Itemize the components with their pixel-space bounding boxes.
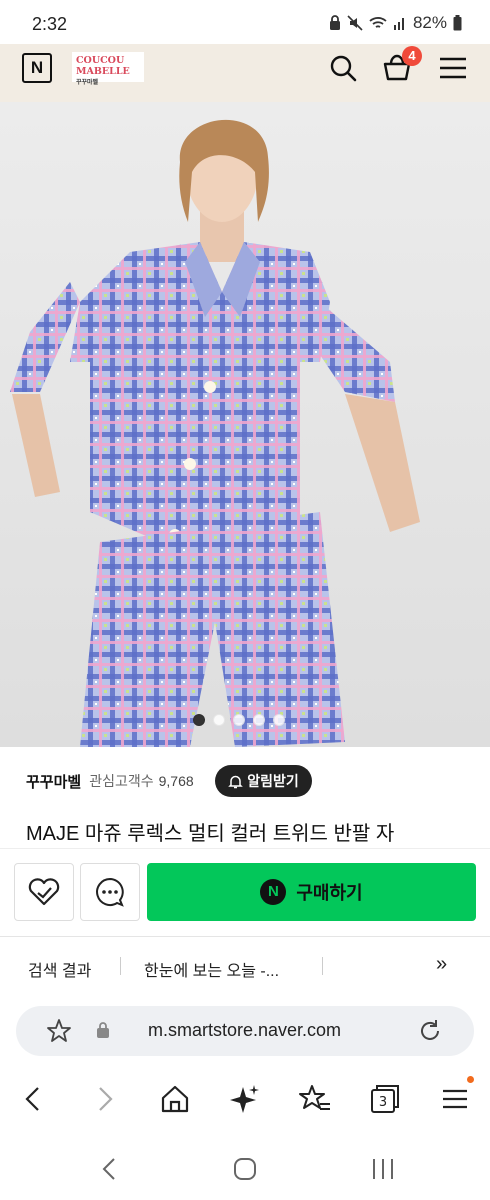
sparkle-icon[interactable]: [228, 1082, 262, 1116]
url-text[interactable]: m.smartstore.naver.com: [148, 1020, 341, 1041]
home-icon[interactable]: [158, 1082, 192, 1116]
buy-button[interactable]: N 구매하기: [147, 863, 476, 921]
app-header: N COUCOU MABELLE 꾸꾸마벨 4: [0, 44, 490, 102]
bell-plus-icon: [228, 775, 244, 788]
bookmark-star-icon[interactable]: [46, 1018, 72, 1044]
signal-icon: [393, 18, 404, 30]
carousel-dot[interactable]: [273, 714, 285, 726]
alert-label: 알림받기: [247, 773, 299, 789]
brand-logo-line1: COUCOU: [76, 55, 125, 66]
menu-icon[interactable]: [436, 51, 470, 85]
fan-label: 관심고객수: [89, 773, 154, 789]
buy-label: 구매하기: [296, 883, 363, 903]
product-title: MAJE 마쥬 루렉스 멀티 컬러 트위드 반팔 자: [26, 823, 395, 845]
carousel-dot[interactable]: [233, 714, 245, 726]
chat-button[interactable]: [80, 863, 140, 921]
brand-logo-line3: 꾸꾸마벨: [76, 79, 99, 86]
wishlist-button[interactable]: [14, 863, 74, 921]
system-recents-icon[interactable]: [370, 1156, 396, 1182]
related-link-search[interactable]: 검색 결과: [28, 957, 91, 981]
fan-count: 9,768: [158, 773, 194, 789]
divider: [322, 957, 323, 975]
carousel-indicator: [193, 714, 285, 726]
related-link-today[interactable]: 한눈에 보는 오늘 -...: [144, 957, 279, 981]
store-info: 꾸꾸마벨 관심고객수 9,768: [26, 765, 194, 797]
back-icon[interactable]: [16, 1082, 50, 1116]
bookmarks-icon[interactable]: [298, 1082, 332, 1116]
battery-percent: 82%: [412, 13, 447, 32]
alert-subscribe-button[interactable]: 알림받기: [215, 765, 312, 797]
carousel-dot[interactable]: [193, 714, 205, 726]
system-back-icon[interactable]: [98, 1156, 122, 1182]
purchase-bar: N 구매하기: [0, 848, 490, 936]
status-time: 2:32: [32, 14, 68, 34]
mute-icon: [347, 15, 363, 31]
cart-count-badge: 4: [402, 46, 422, 66]
battery-icon: [453, 15, 462, 31]
heart-check-icon: [28, 878, 60, 906]
chat-icon: [96, 877, 124, 907]
naver-pay-icon: N: [260, 879, 287, 905]
search-icon[interactable]: [326, 51, 360, 85]
browser-toolbar: 3: [0, 1068, 490, 1128]
system-home-icon[interactable]: [233, 1156, 257, 1182]
more-arrow-icon[interactable]: »: [436, 953, 447, 976]
status-bar: 2:32 82%: [0, 0, 490, 44]
reload-icon[interactable]: [416, 1017, 444, 1045]
notification-dot: [467, 1076, 474, 1083]
brand-logo[interactable]: COUCOU MABELLE 꾸꾸마벨: [72, 52, 144, 86]
forward-icon[interactable]: [88, 1082, 122, 1116]
system-nav-bar: [0, 1136, 490, 1200]
brand-logo-line2: MABELLE: [76, 66, 130, 77]
related-links-bar: 검색 결과 한눈에 보는 오늘 -... »: [0, 936, 490, 996]
carousel-dot[interactable]: [213, 714, 225, 726]
model-illustration: [10, 119, 420, 747]
naver-n-icon[interactable]: N: [22, 53, 52, 83]
browser-menu-icon[interactable]: [438, 1082, 472, 1116]
lock-icon: [97, 1022, 109, 1038]
product-image[interactable]: [0, 102, 490, 747]
tabs-icon[interactable]: 3: [368, 1082, 402, 1116]
status-icons: 82%: [329, 13, 462, 33]
store-name[interactable]: 꾸꾸마벨: [26, 771, 81, 792]
carousel-dot[interactable]: [253, 714, 265, 726]
lock-icon: [329, 15, 340, 30]
divider: [120, 957, 121, 975]
url-bar[interactable]: m.smartstore.naver.com: [16, 1006, 474, 1056]
svg-text:3: 3: [379, 1095, 387, 1110]
wifi-icon: [369, 17, 387, 28]
